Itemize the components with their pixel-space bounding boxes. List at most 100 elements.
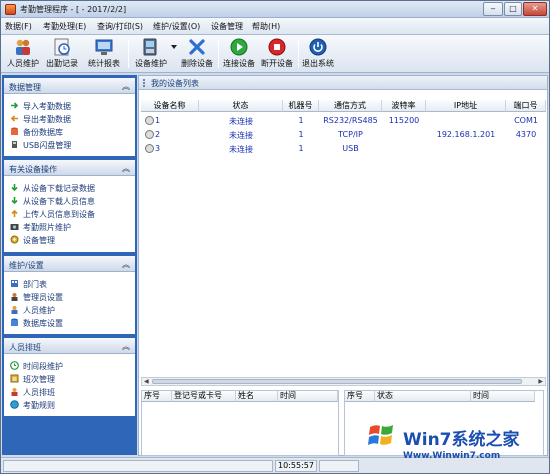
menu-device[interactable]: 设备管理 <box>211 21 243 32</box>
column-header[interactable]: 姓名 <box>236 391 278 402</box>
toolbar-exit-button[interactable]: 退出系统 <box>300 37 336 71</box>
maximize-button[interactable]: □ <box>504 2 522 16</box>
scroll-right-icon[interactable]: ▶ <box>538 378 543 385</box>
report-icon <box>95 39 113 55</box>
cell-machine-no: 1 <box>298 116 304 125</box>
schedule-user-icon <box>11 388 18 396</box>
cell-machine-no: 1 <box>298 144 304 153</box>
device-status-icon <box>145 130 154 139</box>
panel-header[interactable]: 数据管理 ︽ <box>4 78 135 94</box>
sidebar-item-label: 人员维护 <box>23 306 55 315</box>
panel-header[interactable]: 维护/设置 ︽ <box>4 256 135 272</box>
toolbar-users-button[interactable]: 人员维护 <box>5 37 41 71</box>
toolbar-separator <box>128 40 129 68</box>
panel-data-management: 数据管理 ︽ 导入考勤数据 导出考勤数据 备份数据库 USB闪盘管理 <box>4 78 135 156</box>
title-bar: 考勤管理程序 - [ - 2017/2/2] ‒ □ ✕ <box>1 1 549 18</box>
menu-attendance[interactable]: 考勤处理(E) <box>43 21 86 32</box>
record-grid[interactable]: 序号 登记号或卡号 姓名 时间 <box>141 390 339 456</box>
toolbar-attendance-button[interactable]: 出勤记录 <box>43 37 81 71</box>
play-icon <box>230 38 248 56</box>
user-icon <box>11 306 18 314</box>
database-icon <box>11 127 18 135</box>
column-header[interactable]: 时间 <box>471 391 535 402</box>
rules-icon <box>10 400 19 409</box>
watermark-brand: Win7系统之家 <box>403 430 520 450</box>
toolbar-report-button[interactable]: 统计报表 <box>85 37 123 71</box>
close-button[interactable]: ✕ <box>523 2 547 16</box>
sidebar-item-label: 导入考勤数据 <box>23 102 71 111</box>
sidebar-item-label: USB闪盘管理 <box>23 141 72 150</box>
cell-status: 未连接 <box>229 117 253 126</box>
column-header[interactable]: IP地址 <box>426 100 506 112</box>
column-header[interactable]: 登记号或卡号 <box>172 391 236 402</box>
scroll-left-icon[interactable]: ◀ <box>144 378 149 385</box>
column-header[interactable]: 时间 <box>278 391 338 402</box>
download-icon <box>11 184 18 192</box>
device-list-panel: 我的设备列表 设备名称 状态 机器号 通信方式 波特率 IP地址 端口号 1 未… <box>138 75 548 456</box>
device-dropdown-arrow-icon[interactable] <box>171 45 177 49</box>
panel-header: 我的设备列表 <box>139 76 547 90</box>
sidebar-item-label: 考勤照片维护 <box>23 223 71 232</box>
collapse-icon[interactable]: ︽ <box>122 163 130 174</box>
panel-title: 有关设备操作 <box>9 165 57 174</box>
menu-query-print[interactable]: 查询/打印(S) <box>97 21 143 32</box>
column-header[interactable]: 序号 <box>345 391 375 402</box>
column-header[interactable]: 机器号 <box>283 100 319 112</box>
collapse-icon[interactable]: ︽ <box>122 81 130 92</box>
cell-device-name: 1 <box>155 116 161 125</box>
device-icon <box>143 38 157 56</box>
column-header[interactable]: 状态 <box>199 100 283 112</box>
sidebar-item-label: 管理员设置 <box>23 293 63 302</box>
menu-bar: 数据(F) 考勤处理(E) 查询/打印(S) 维护/设置(O) 设备管理 帮助(… <box>1 18 549 35</box>
menu-data[interactable]: 数据(F) <box>5 21 32 32</box>
device-status-icon <box>145 116 154 125</box>
scrollbar-thumb[interactable] <box>152 379 522 384</box>
watermark-url: Www.Winwin7.com <box>403 451 501 461</box>
panel-title: 我的设备列表 <box>151 79 199 88</box>
toolbar-label: 人员维护 <box>7 59 39 68</box>
panel-header[interactable]: 有关设备操作 ︽ <box>4 160 135 176</box>
column-header[interactable]: 波特率 <box>382 100 426 112</box>
toolbar-separator <box>218 40 219 68</box>
toolbar-device-button[interactable]: 设备维护 <box>131 37 171 71</box>
column-header[interactable]: 序号 <box>142 391 172 402</box>
cell-device-name: 2 <box>155 130 161 139</box>
cell-ip: 192.168.1.201 <box>436 130 496 139</box>
sidebar-item-label: 考勤规则 <box>23 401 55 410</box>
status-cell-extra <box>319 460 359 472</box>
column-header[interactable]: 通信方式 <box>319 100 382 112</box>
watermark: Win7系统之家 Www.Winwin7.com <box>363 419 549 471</box>
power-icon <box>309 38 327 56</box>
menu-help[interactable]: 帮助(H) <box>252 21 280 32</box>
cell-comm-mode: USB <box>342 144 359 153</box>
panel-header[interactable]: 人员排班 ︽ <box>4 338 135 354</box>
toolbar-connect-button[interactable]: 连接设备 <box>220 37 258 71</box>
sidebar-item-label: 备份数据库 <box>23 128 63 137</box>
horizontal-scrollbar[interactable]: ◀ ▶ <box>141 377 546 386</box>
sidebar-item-label: 从设备下载人员信息 <box>23 197 95 206</box>
toolbar-delete-button[interactable]: 删除设备 <box>179 37 215 71</box>
cell-baud: 115200 <box>388 116 420 125</box>
column-header[interactable]: 端口号 <box>506 100 546 112</box>
sidebar-item-label: 部门表 <box>23 280 47 289</box>
column-header[interactable]: 状态 <box>375 391 471 402</box>
cell-port: 4370 <box>515 130 537 139</box>
import-icon <box>11 102 19 109</box>
toolbar-label: 连接设备 <box>223 59 255 68</box>
panel-maintenance: 维护/设置 ︽ 部门表 管理员设置 人员维护 数据库设置 <box>4 256 135 334</box>
device-status-icon <box>145 144 154 153</box>
collapse-icon[interactable]: ︽ <box>122 259 130 270</box>
users-icon <box>16 39 30 55</box>
menu-maintenance[interactable]: 维护/设置(O) <box>153 21 200 32</box>
sidebar-item-label: 导出考勤数据 <box>23 115 71 124</box>
column-header[interactable]: 设备名称 <box>141 100 199 112</box>
sidebar-item-label: 时间段维护 <box>23 362 63 371</box>
collapse-icon[interactable]: ︽ <box>122 341 130 352</box>
toolbar-label: 断开设备 <box>261 59 293 68</box>
export-icon <box>10 115 18 122</box>
minimize-button[interactable]: ‒ <box>483 2 503 16</box>
toolbar-disconnect-button[interactable]: 断开设备 <box>258 37 296 71</box>
department-icon <box>11 280 18 287</box>
toolbar-separator <box>298 40 299 68</box>
time-icon <box>10 361 19 370</box>
